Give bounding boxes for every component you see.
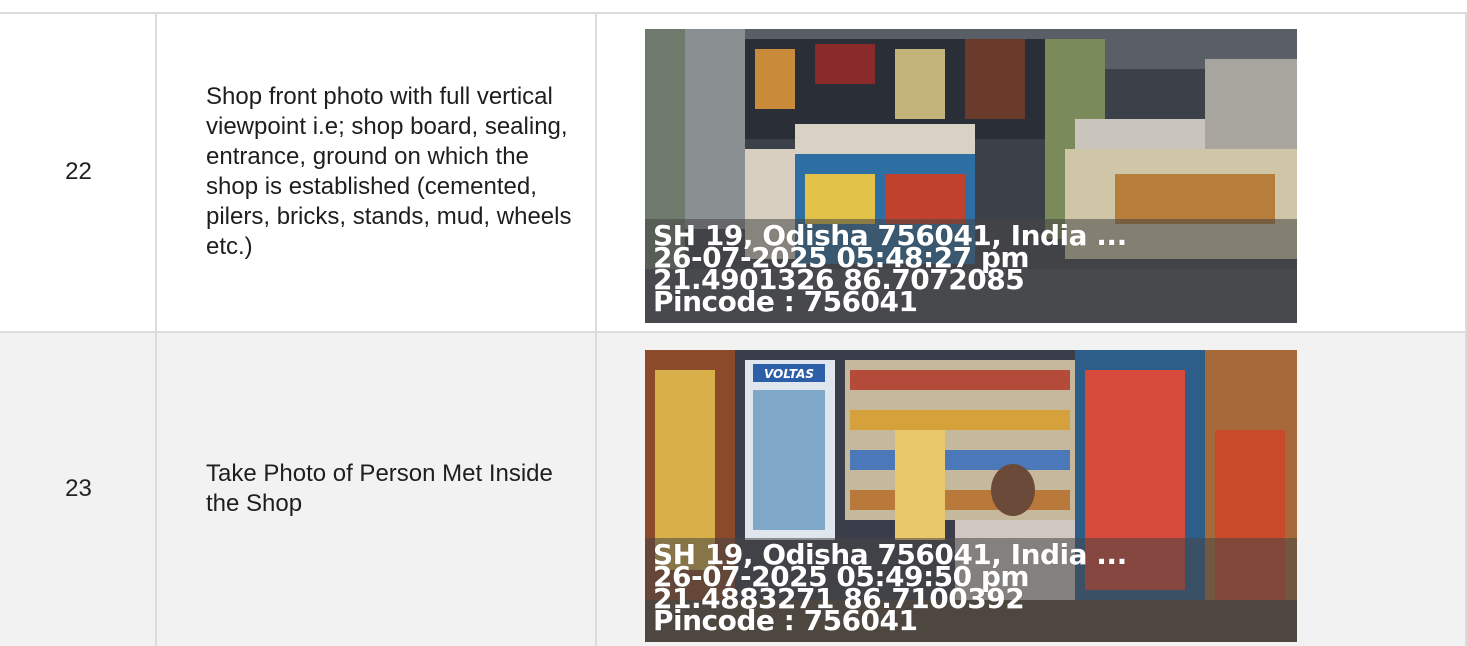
geotag-stamp: SH 19, Odisha 756041, India ... 26-07-20… bbox=[645, 219, 1297, 323]
table-border-top bbox=[0, 12, 1467, 14]
row-description-cell: Take Photo of Person Met Inside the Shop bbox=[157, 332, 597, 646]
column-divider bbox=[155, 12, 157, 646]
row-number-cell: 22 bbox=[0, 12, 157, 332]
row-photo-cell: VOLTAS SH 19, Odisha 756041, India ... 2… bbox=[597, 332, 1467, 646]
row-divider bbox=[0, 331, 1467, 333]
table-row: 22 Shop front photo with full vertical v… bbox=[0, 12, 1467, 332]
checklist-table: 22 Shop front photo with full vertical v… bbox=[0, 0, 1467, 646]
row-number-cell: 23 bbox=[0, 332, 157, 646]
row-number: 22 bbox=[65, 158, 92, 185]
fridge-brand: VOLTAS bbox=[764, 367, 814, 381]
row-description: Take Photo of Person Met Inside the Shop bbox=[206, 460, 553, 517]
row-number: 23 bbox=[65, 475, 92, 502]
column-divider bbox=[595, 12, 597, 646]
table-row: 23 Take Photo of Person Met Inside the S… bbox=[0, 332, 1467, 646]
person-inside-shop-photo[interactable]: VOLTAS SH 19, Odisha 756041, India ... 2… bbox=[645, 350, 1297, 642]
row-description: Shop front photo with full vertical view… bbox=[206, 83, 572, 260]
geotag-stamp: SH 19, Odisha 756041, India ... 26-07-20… bbox=[645, 538, 1297, 642]
row-photo-cell: SH 19, Odisha 756041, India ... 26-07-20… bbox=[597, 12, 1467, 332]
shop-front-photo[interactable]: SH 19, Odisha 756041, India ... 26-07-20… bbox=[645, 29, 1297, 323]
row-description-cell: Shop front photo with full vertical view… bbox=[157, 12, 597, 332]
